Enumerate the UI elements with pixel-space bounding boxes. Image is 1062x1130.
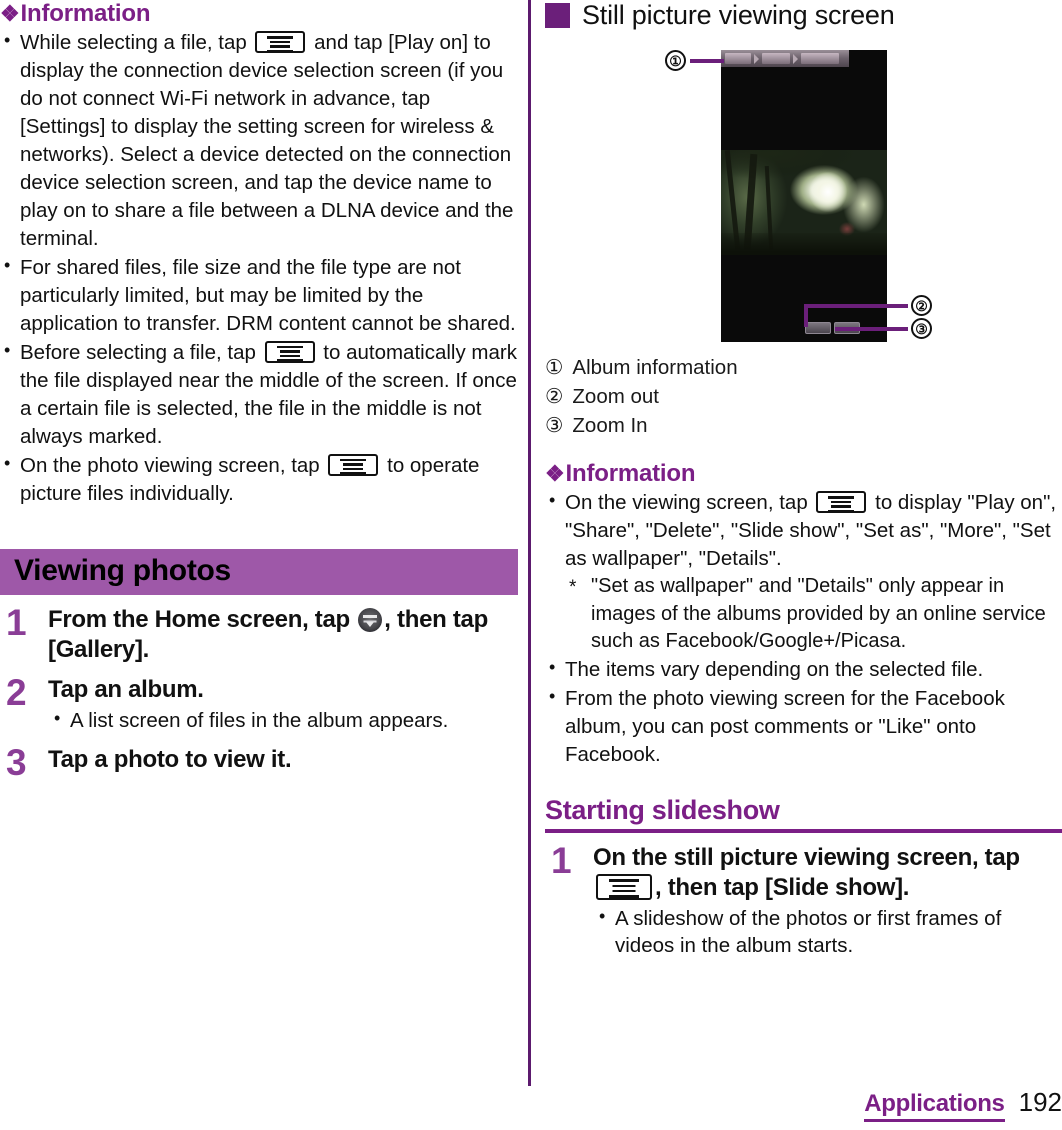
breadcrumb-segment [725,53,751,64]
figure-heading-label: Still picture viewing screen [582,0,895,30]
footer-section-name: Applications [864,1090,1005,1122]
chevron-right-icon [793,54,798,64]
photo-sunlight [809,172,847,212]
legend-label: Zoom out [572,385,659,409]
column-divider [528,0,531,1086]
bullet-text: On the viewing screen, tap [565,491,814,515]
step-sub-bullets: A slideshow of the photos or first frame… [593,904,1062,961]
page-footer: Applications 192 [864,1087,1062,1122]
callout-2-marker: ② [911,295,932,316]
legend-item: ② Zoom out [545,382,1062,411]
section-bar-viewing-photos: Viewing photos [0,549,518,596]
app-drawer-icon [358,608,383,633]
menu-key-icon [596,873,652,900]
manual-page: ❖Information While selecting a file, tap… [0,0,1062,1130]
step-title-text: From the Home screen, tap [48,606,357,634]
menu-key-icon [255,31,306,53]
legend-item: ③ Zoom In [545,411,1062,440]
step-sub-bullets: A list screen of files in the album appe… [48,706,518,735]
list-item: On the photo viewing screen, tap to oper… [0,451,518,508]
step-title-text: On the still picture viewing screen, tap [593,844,1020,871]
list-item: The items vary depending on the selected… [545,655,1062,684]
callout-3-leader [835,327,908,331]
step-body: From the Home screen, tap , then tap [Ga… [48,605,518,665]
photo-canopy [721,150,887,184]
bullet-text: While selecting a file, tap [20,31,253,54]
breadcrumb-segment [762,53,790,64]
bullet-text: For shared files, file size and the file… [20,255,516,335]
information-heading-right: ❖ Information [545,460,1062,488]
right-column: Still picture viewing screen ① ② ③ ① Alb… [545,0,1062,960]
step-body: Tap an album. A list screen of files in … [48,675,518,735]
information-bullets-left: While selecting a file, tap and tap [Pla… [0,28,518,508]
information-heading-label: Information [20,0,151,27]
bullet-text: Before selecting a file, tap [20,340,262,364]
information-heading-left: ❖ Information [0,0,518,28]
list-item: A slideshow of the photos or first frame… [593,904,1062,961]
menu-key-icon [816,491,867,514]
figure-heading: Still picture viewing screen [545,0,1062,31]
footer-page-number: 192 [1018,1087,1062,1117]
step-body: Tap a photo to view it. [48,745,518,775]
step-title: Tap an album. [48,675,204,703]
callout-2-leader-horizontal [804,304,908,308]
step-title-text: , then tap [Slide show]. [655,873,910,901]
photo-ground [721,233,887,255]
step-body: On the still picture viewing screen, tap… [593,843,1062,960]
bullet-text: and tap [Play on] to display the connect… [20,31,514,250]
section-heading-starting-slideshow: Starting slideshow [545,795,1062,833]
information-bullets-right: On the viewing screen, tap to display "P… [545,488,1062,769]
callout-1-leader [690,59,724,63]
step-number: 1 [551,840,572,881]
legend-number: ③ [545,414,564,438]
left-column: ❖Information While selecting a file, tap… [0,0,518,783]
figure-legend: ① Album information ② Zoom out ③ Zoom In [545,353,1062,440]
legend-label: Zoom In [572,414,648,438]
legend-label: Album information [572,356,738,379]
legend-number: ① [545,356,564,379]
step-number: 1 [6,602,27,644]
step-title: Tap a photo to view it. [48,745,292,773]
step-number: 3 [6,741,27,783]
step-3: 3 Tap a photo to view it. [0,741,518,783]
callout-1-marker: ① [665,50,686,71]
legend-number: ② [545,385,564,409]
step-number: 2 [6,671,27,713]
step-title: On the still picture viewing screen, tap… [593,843,1062,903]
information-heading-label: Information [565,460,696,488]
album-information-bar [721,50,849,67]
breadcrumb-segment [801,53,839,64]
list-item: While selecting a file, tap and tap [Pla… [0,28,518,253]
step-1: 1 From the Home screen, tap , then tap [… [0,602,518,665]
step-title: From the Home screen, tap , then tap [Ga… [48,605,518,665]
still-picture-viewing-screen-figure: ① ② ③ [545,39,1062,351]
menu-key-icon [264,340,315,363]
legend-item: ① Album information [545,353,1062,382]
photo-preview [721,150,887,255]
list-item: Before selecting a file, tap to automati… [0,338,518,451]
footnote: "Set as wallpaper" and "Details" only ap… [565,573,1062,655]
step-1: 1 On the still picture viewing screen, t… [545,840,1062,960]
diamond-icon: ❖ [545,461,565,487]
phone-screenshot [721,50,887,342]
list-item: A list screen of files in the album appe… [48,706,518,735]
chevron-right-icon [754,54,759,64]
callout-3-marker: ③ [911,318,932,339]
bullet-text: On the photo viewing screen, tap [20,453,326,477]
list-item: From the photo viewing screen for the Fa… [545,684,1062,769]
menu-key-icon [328,453,379,476]
list-item: On the viewing screen, tap to display "P… [545,488,1062,655]
step-2: 2 Tap an album. A list screen of files i… [0,671,518,735]
list-item: For shared files, file size and the file… [0,253,518,338]
diamond-icon: ❖ [0,1,20,26]
square-bullet-icon [545,3,570,28]
zoom-out-button[interactable] [805,322,831,334]
